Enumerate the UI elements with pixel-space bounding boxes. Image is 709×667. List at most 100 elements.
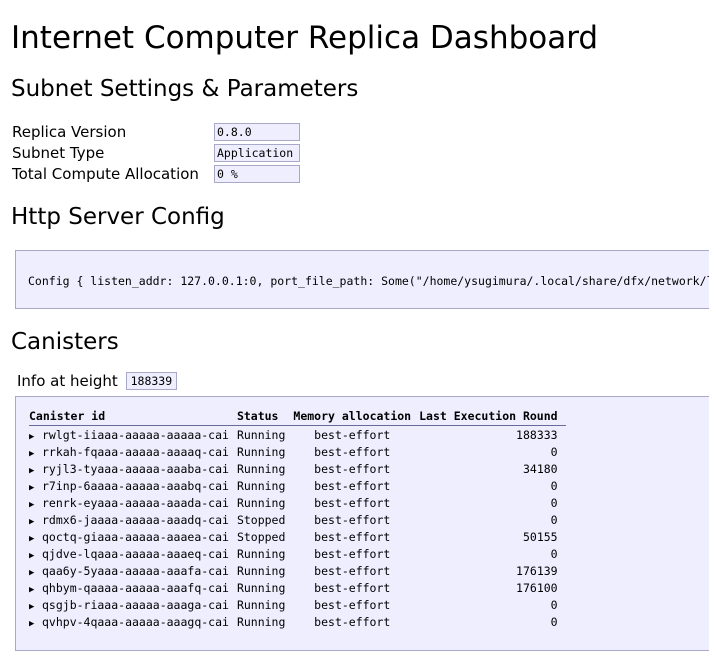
canister-status: Running — [236, 461, 286, 476]
expand-triangle-icon[interactable]: ▶ — [29, 432, 42, 442]
canister-status: Running — [236, 427, 286, 442]
canister-status: Running — [236, 546, 286, 561]
canister-id-cell[interactable]: ▶ qhbym-qaaaa-aaaaa-aaafq-cai — [29, 579, 237, 596]
canister-id-cell[interactable]: ▶ qjdve-lqaaa-aaaaa-aaaeq-cai — [29, 545, 237, 562]
column-header-memory: Memory allocation — [293, 407, 420, 426]
expand-triangle-icon[interactable]: ▶ — [29, 466, 42, 476]
canister-status: Stopped — [236, 512, 286, 527]
canister-id: rdmx6-jaaaa-aaaaa-aaadq-cai — [42, 512, 229, 527]
canister-id: ryjl3-tyaaa-aaaaa-aaaba-cai — [42, 461, 229, 476]
compute-allocation-value: 0 % — [214, 165, 300, 183]
canister-status: Running — [236, 614, 286, 629]
table-row[interactable]: ▶ qaa6y-5yaaa-aaaaa-aaafa-cai Running best-… — [29, 562, 566, 579]
canister-round: 0 — [550, 597, 558, 612]
canister-id-cell[interactable]: ▶ rrkah-fqaaa-aaaaa-aaaaq-cai — [29, 443, 237, 460]
canister-memory: best-effort — [314, 614, 391, 629]
canister-round: 50155 — [522, 529, 558, 544]
canister-round: 0 — [550, 512, 558, 527]
expand-triangle-icon[interactable]: ▶ — [29, 602, 42, 612]
canister-id-cell[interactable]: ▶ qaa6y-5yaaa-aaaaa-aaafa-cai — [29, 562, 237, 579]
subnet-settings-table: Replica Version 0.8.0 Subnet Type Applic… — [12, 121, 300, 184]
expand-triangle-icon[interactable]: ▶ — [29, 483, 42, 493]
table-row[interactable]: ▶ r7inp-6aaaa-aaaaa-aaabq-cai Running best-… — [29, 477, 566, 494]
canister-id-cell[interactable]: ▶ r7inp-6aaaa-aaaaa-aaabq-cai — [29, 477, 237, 494]
canister-round: 0 — [550, 495, 558, 510]
expand-triangle-icon[interactable]: ▶ — [29, 585, 42, 595]
table-row[interactable]: ▶ rdmx6-jaaaa-aaaaa-aaadq-cai Stopped best-… — [29, 511, 566, 528]
setting-row-compute-allocation: Total Compute Allocation 0 % — [12, 163, 300, 184]
column-header-status: Status — [236, 407, 294, 426]
table-row[interactable]: ▶ qvhpv-4qaaa-aaaaa-aaagq-cai Running best-… — [29, 613, 566, 630]
canister-memory: best-effort — [314, 580, 391, 595]
canister-id-cell[interactable]: ▶ rdmx6-jaaaa-aaaaa-aaadq-cai — [29, 511, 237, 528]
info-height-value: 188339 — [125, 372, 178, 390]
canister-id: qaa6y-5yaaa-aaaaa-aaafa-cai — [42, 563, 229, 578]
expand-triangle-icon[interactable]: ▶ — [29, 517, 42, 527]
canister-memory: best-effort — [314, 546, 391, 561]
canister-round: 0 — [550, 546, 558, 561]
setting-label: Total Compute Allocation — [12, 164, 199, 183]
canisters-table: Canister id Status Memory allocation Las… — [29, 407, 566, 630]
canister-round: 176139 — [516, 563, 558, 578]
subnet-type-value: Application — [214, 144, 300, 162]
expand-triangle-icon[interactable]: ▶ — [29, 568, 42, 578]
expand-triangle-icon[interactable]: ▶ — [29, 500, 42, 510]
canister-memory: best-effort — [314, 495, 391, 510]
canister-status: Stopped — [236, 529, 286, 544]
http-config-text: Config { listen_addr: 127.0.0.1:0, port_… — [28, 274, 709, 288]
table-row[interactable]: ▶ qsgjb-riaaa-aaaaa-aaaga-cai Running best-… — [29, 596, 566, 613]
replica-version-value: 0.8.0 — [214, 123, 300, 141]
canisters-table-body: ▶ rwlgt-iiaaa-aaaaa-aaaaa-cai Running best-… — [29, 426, 566, 631]
canister-id: qhbym-qaaaa-aaaaa-aaafq-cai — [42, 580, 229, 595]
expand-triangle-icon[interactable]: ▶ — [29, 551, 42, 561]
canister-id: qsgjb-riaaa-aaaaa-aaaga-cai — [42, 597, 229, 612]
canister-id: rwlgt-iiaaa-aaaaa-aaaaa-cai — [42, 427, 229, 442]
canister-id: renrk-eyaaa-aaaaa-aaada-cai — [42, 495, 229, 510]
expand-triangle-icon[interactable]: ▶ — [29, 619, 42, 629]
column-header-canister-id: Canister id — [29, 407, 237, 426]
expand-triangle-icon[interactable]: ▶ — [29, 534, 42, 544]
table-header-row: Canister id Status Memory allocation Las… — [29, 407, 566, 426]
canister-id: qvhpv-4qaaa-aaaaa-aaagq-cai — [42, 614, 229, 629]
table-row[interactable]: ▶ ryjl3-tyaaa-aaaaa-aaaba-cai Running best-… — [29, 460, 566, 477]
canister-id-cell[interactable]: ▶ ryjl3-tyaaa-aaaaa-aaaba-cai — [29, 460, 237, 477]
canister-round: 0 — [550, 614, 558, 629]
http-config-box: Config { listen_addr: 127.0.0.1:0, port_… — [15, 250, 709, 309]
canister-id-cell[interactable]: ▶ rwlgt-iiaaa-aaaaa-aaaaa-cai — [29, 426, 237, 444]
canister-id: qoctq-giaaa-aaaaa-aaaea-cai — [42, 529, 229, 544]
table-row[interactable]: ▶ qhbym-qaaaa-aaaaa-aaafq-cai Running best-… — [29, 579, 566, 596]
canister-id-cell[interactable]: ▶ renrk-eyaaa-aaaaa-aaada-cai — [29, 494, 237, 511]
canisters-box: Canister id Status Memory allocation Las… — [15, 396, 709, 651]
canister-id: qjdve-lqaaa-aaaaa-aaaeq-cai — [42, 546, 229, 561]
table-row[interactable]: ▶ renrk-eyaaa-aaaaa-aaada-cai Running best-… — [29, 494, 566, 511]
info-height-row: Info at height 188339 — [17, 372, 178, 390]
canister-round: 188333 — [516, 427, 558, 442]
table-row[interactable]: ▶ qjdve-lqaaa-aaaaa-aaaeq-cai Running best-… — [29, 545, 566, 562]
canister-status: Running — [236, 597, 286, 612]
canister-id-cell[interactable]: ▶ qoctq-giaaa-aaaaa-aaaea-cai — [29, 528, 237, 545]
canister-status: Running — [236, 478, 286, 493]
canister-memory: best-effort — [314, 478, 391, 493]
canister-round: 0 — [550, 444, 558, 459]
canister-id-cell[interactable]: ▶ qvhpv-4qaaa-aaaaa-aaagq-cai — [29, 613, 237, 630]
canister-memory: best-effort — [314, 529, 391, 544]
canister-round: 176100 — [516, 580, 558, 595]
canister-memory: best-effort — [314, 563, 391, 578]
expand-triangle-icon[interactable]: ▶ — [29, 449, 42, 459]
subnet-heading: Subnet Settings & Parameters — [11, 76, 359, 102]
canister-memory: best-effort — [314, 427, 391, 442]
canister-id-cell[interactable]: ▶ qsgjb-riaaa-aaaaa-aaaga-cai — [29, 596, 237, 613]
canister-memory: best-effort — [314, 461, 391, 476]
canister-round: 0 — [550, 478, 558, 493]
canister-id: r7inp-6aaaa-aaaaa-aaabq-cai — [42, 478, 229, 493]
setting-label: Replica Version — [12, 122, 127, 141]
table-row[interactable]: ▶ rwlgt-iiaaa-aaaaa-aaaaa-cai Running best-… — [29, 426, 566, 444]
canister-id: rrkah-fqaaa-aaaaa-aaaaq-cai — [42, 444, 229, 459]
canister-status: Running — [236, 444, 286, 459]
canister-memory: best-effort — [314, 444, 391, 459]
table-row[interactable]: ▶ qoctq-giaaa-aaaaa-aaaea-cai Stopped best-… — [29, 528, 566, 545]
table-row[interactable]: ▶ rrkah-fqaaa-aaaaa-aaaaq-cai Running best-… — [29, 443, 566, 460]
setting-row-replica-version: Replica Version 0.8.0 — [12, 121, 300, 142]
canister-status: Running — [236, 563, 286, 578]
canister-memory: best-effort — [314, 597, 391, 612]
